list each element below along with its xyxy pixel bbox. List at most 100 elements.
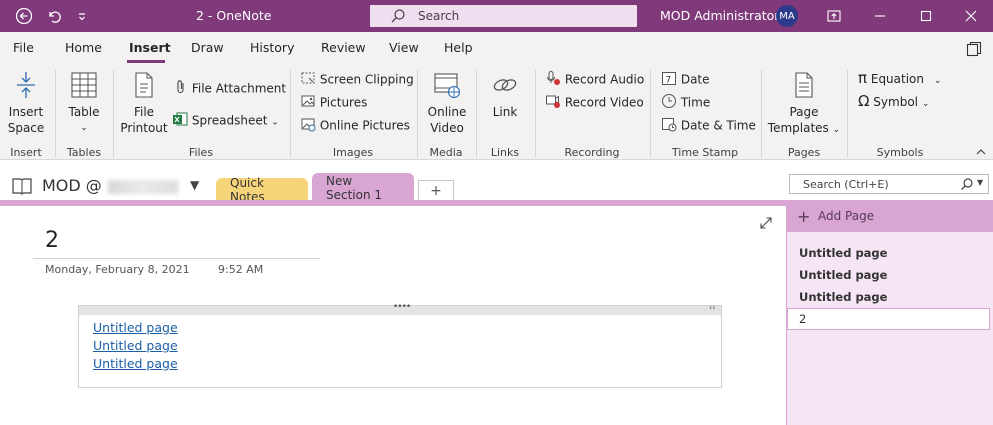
record-video-label: Record Video bbox=[564, 95, 644, 110]
chevron-down-icon: ⌄ bbox=[933, 76, 942, 86]
minimize-icon[interactable] bbox=[870, 6, 890, 26]
notebook-icon[interactable] bbox=[11, 176, 33, 199]
back-icon[interactable] bbox=[14, 6, 34, 26]
page-date: Monday, February 8, 2021 bbox=[45, 263, 190, 276]
group-insert-label: Insert bbox=[10, 146, 42, 159]
chevron-down-icon: ⌄ bbox=[921, 99, 930, 109]
tab-history[interactable]: History bbox=[250, 40, 294, 55]
group-media-label: Media bbox=[429, 146, 463, 159]
separator bbox=[55, 70, 56, 158]
user-name[interactable]: MOD Administrator bbox=[660, 8, 779, 23]
tab-home[interactable]: Home bbox=[65, 40, 102, 55]
file-printout-button[interactable]: File Printout bbox=[118, 70, 170, 136]
online-video-label-2: Video bbox=[430, 121, 464, 135]
file-attachment-button[interactable]: File Attachment bbox=[174, 79, 286, 99]
pictures-button[interactable]: Pictures bbox=[300, 93, 367, 113]
separator bbox=[535, 70, 536, 158]
tab-draw[interactable]: Draw bbox=[191, 40, 224, 55]
page-templates-label-1: Page bbox=[789, 105, 819, 119]
date-button[interactable]: 7 Date bbox=[661, 70, 710, 90]
resize-arrows-icon[interactable]: ‹› bbox=[709, 303, 715, 312]
table-label: Table bbox=[68, 105, 100, 119]
notebook-dropdown-icon[interactable]: ▼ bbox=[190, 178, 199, 192]
separator bbox=[847, 70, 848, 158]
page-link[interactable]: Untitled page bbox=[93, 338, 178, 353]
title-bar: 2 - OneNote Search MOD Administrator MA bbox=[0, 0, 993, 32]
online-pictures-label: Online Pictures bbox=[319, 118, 410, 133]
symbol-button[interactable]: Ω Symbol ⌄ bbox=[858, 93, 929, 112]
page-title[interactable]: 2 bbox=[45, 228, 59, 253]
online-video-button[interactable]: Online Video bbox=[422, 70, 472, 136]
customize-icon[interactable] bbox=[72, 6, 92, 26]
add-page-button[interactable]: Add Page bbox=[818, 209, 874, 223]
time-button[interactable]: Time bbox=[661, 93, 710, 113]
plus-icon[interactable]: + bbox=[797, 207, 810, 226]
notebook-name: MOD @ bbox=[42, 176, 102, 195]
insert-space-button[interactable]: Insert Space bbox=[4, 70, 48, 136]
undo-icon[interactable] bbox=[44, 6, 64, 26]
equation-button[interactable]: π Equation ⌄ bbox=[858, 70, 941, 89]
file-attachment-label: File Attachment bbox=[191, 81, 287, 96]
search-icon[interactable] bbox=[960, 177, 974, 194]
record-video-icon bbox=[545, 93, 561, 113]
spreadsheet-label: Spreadsheet bbox=[191, 113, 268, 128]
tab-help[interactable]: Help bbox=[444, 40, 473, 55]
link-button[interactable]: Link bbox=[482, 70, 528, 120]
close-icon[interactable] bbox=[961, 6, 981, 26]
symbol-label: Symbol bbox=[873, 95, 918, 109]
record-audio-button[interactable]: Record Audio bbox=[545, 70, 644, 90]
chevron-down-icon[interactable]: ▼ bbox=[977, 178, 983, 187]
chevron-down-icon: ⌄ bbox=[80, 123, 88, 133]
date-time-button[interactable]: Date & Time bbox=[661, 116, 756, 136]
notebook-view-icon[interactable] bbox=[966, 41, 982, 60]
search-label: Search bbox=[418, 9, 460, 23]
tab-review[interactable]: Review bbox=[321, 40, 366, 55]
container-drag-handle[interactable]: •••• ‹› bbox=[79, 302, 721, 315]
screen-clipping-button[interactable]: Screen Clipping bbox=[300, 70, 414, 90]
separator bbox=[113, 70, 114, 158]
avatar[interactable]: MA bbox=[776, 5, 798, 27]
tab-insert[interactable]: Insert bbox=[129, 40, 171, 55]
insert-space-icon bbox=[4, 70, 48, 104]
collapse-ribbon-icon[interactable] bbox=[974, 146, 988, 161]
group-symbols-label: Symbols bbox=[876, 146, 924, 159]
page-list-item[interactable]: Untitled page bbox=[799, 290, 887, 304]
page-list-item[interactable]: Untitled page bbox=[799, 268, 887, 282]
plus-icon: + bbox=[430, 182, 442, 199]
expand-icon[interactable] bbox=[759, 216, 773, 233]
tab-file[interactable]: File bbox=[13, 40, 34, 55]
tab-view[interactable]: View bbox=[389, 40, 419, 55]
page-templates-label-2: Templates bbox=[767, 121, 829, 135]
omega-icon: Ω bbox=[858, 92, 870, 110]
ribbon-tabs: File Home Insert Draw History Review Vie… bbox=[0, 32, 993, 64]
page-link[interactable]: Untitled page bbox=[93, 356, 178, 371]
page-link[interactable]: Untitled page bbox=[93, 320, 178, 335]
file-printout-label-1: File bbox=[133, 105, 155, 119]
section-tab-quick-notes[interactable]: Quick Notes bbox=[216, 176, 308, 204]
title-underline bbox=[33, 258, 320, 259]
record-video-button[interactable]: Record Video bbox=[545, 93, 644, 113]
page-time: 9:52 AM bbox=[218, 263, 264, 276]
page-search-input[interactable]: Search (Ctrl+E) ▼ bbox=[789, 174, 989, 194]
page-list-item[interactable]: Untitled page bbox=[799, 246, 887, 260]
svg-text:7: 7 bbox=[666, 76, 672, 86]
fullscreen-icon[interactable] bbox=[824, 6, 844, 26]
record-audio-label: Record Audio bbox=[564, 72, 645, 87]
separator bbox=[650, 70, 651, 158]
pictures-label: Pictures bbox=[319, 95, 368, 110]
link-label: Link bbox=[492, 105, 518, 119]
notebook-selector[interactable]: MOD @ bbox=[42, 176, 178, 195]
search-box[interactable]: Search bbox=[370, 5, 637, 27]
group-pages-label: Pages bbox=[787, 146, 821, 159]
online-pictures-button[interactable]: Online Pictures bbox=[300, 116, 410, 136]
separator bbox=[290, 70, 291, 158]
link-icon bbox=[482, 70, 528, 104]
page-templates-button[interactable]: Page Templates ⌄ bbox=[766, 70, 842, 138]
add-section-button[interactable]: + bbox=[418, 180, 454, 200]
section-tab-new-section-1[interactable]: New Section 1 bbox=[312, 173, 414, 202]
page-list-item-selected[interactable]: 2 bbox=[787, 308, 990, 330]
spreadsheet-button[interactable]: Spreadsheet ⌄ bbox=[172, 111, 279, 131]
maximize-icon[interactable] bbox=[916, 6, 936, 26]
group-tables-label: Tables bbox=[66, 146, 102, 159]
table-button[interactable]: Table ⌄ bbox=[60, 70, 108, 136]
